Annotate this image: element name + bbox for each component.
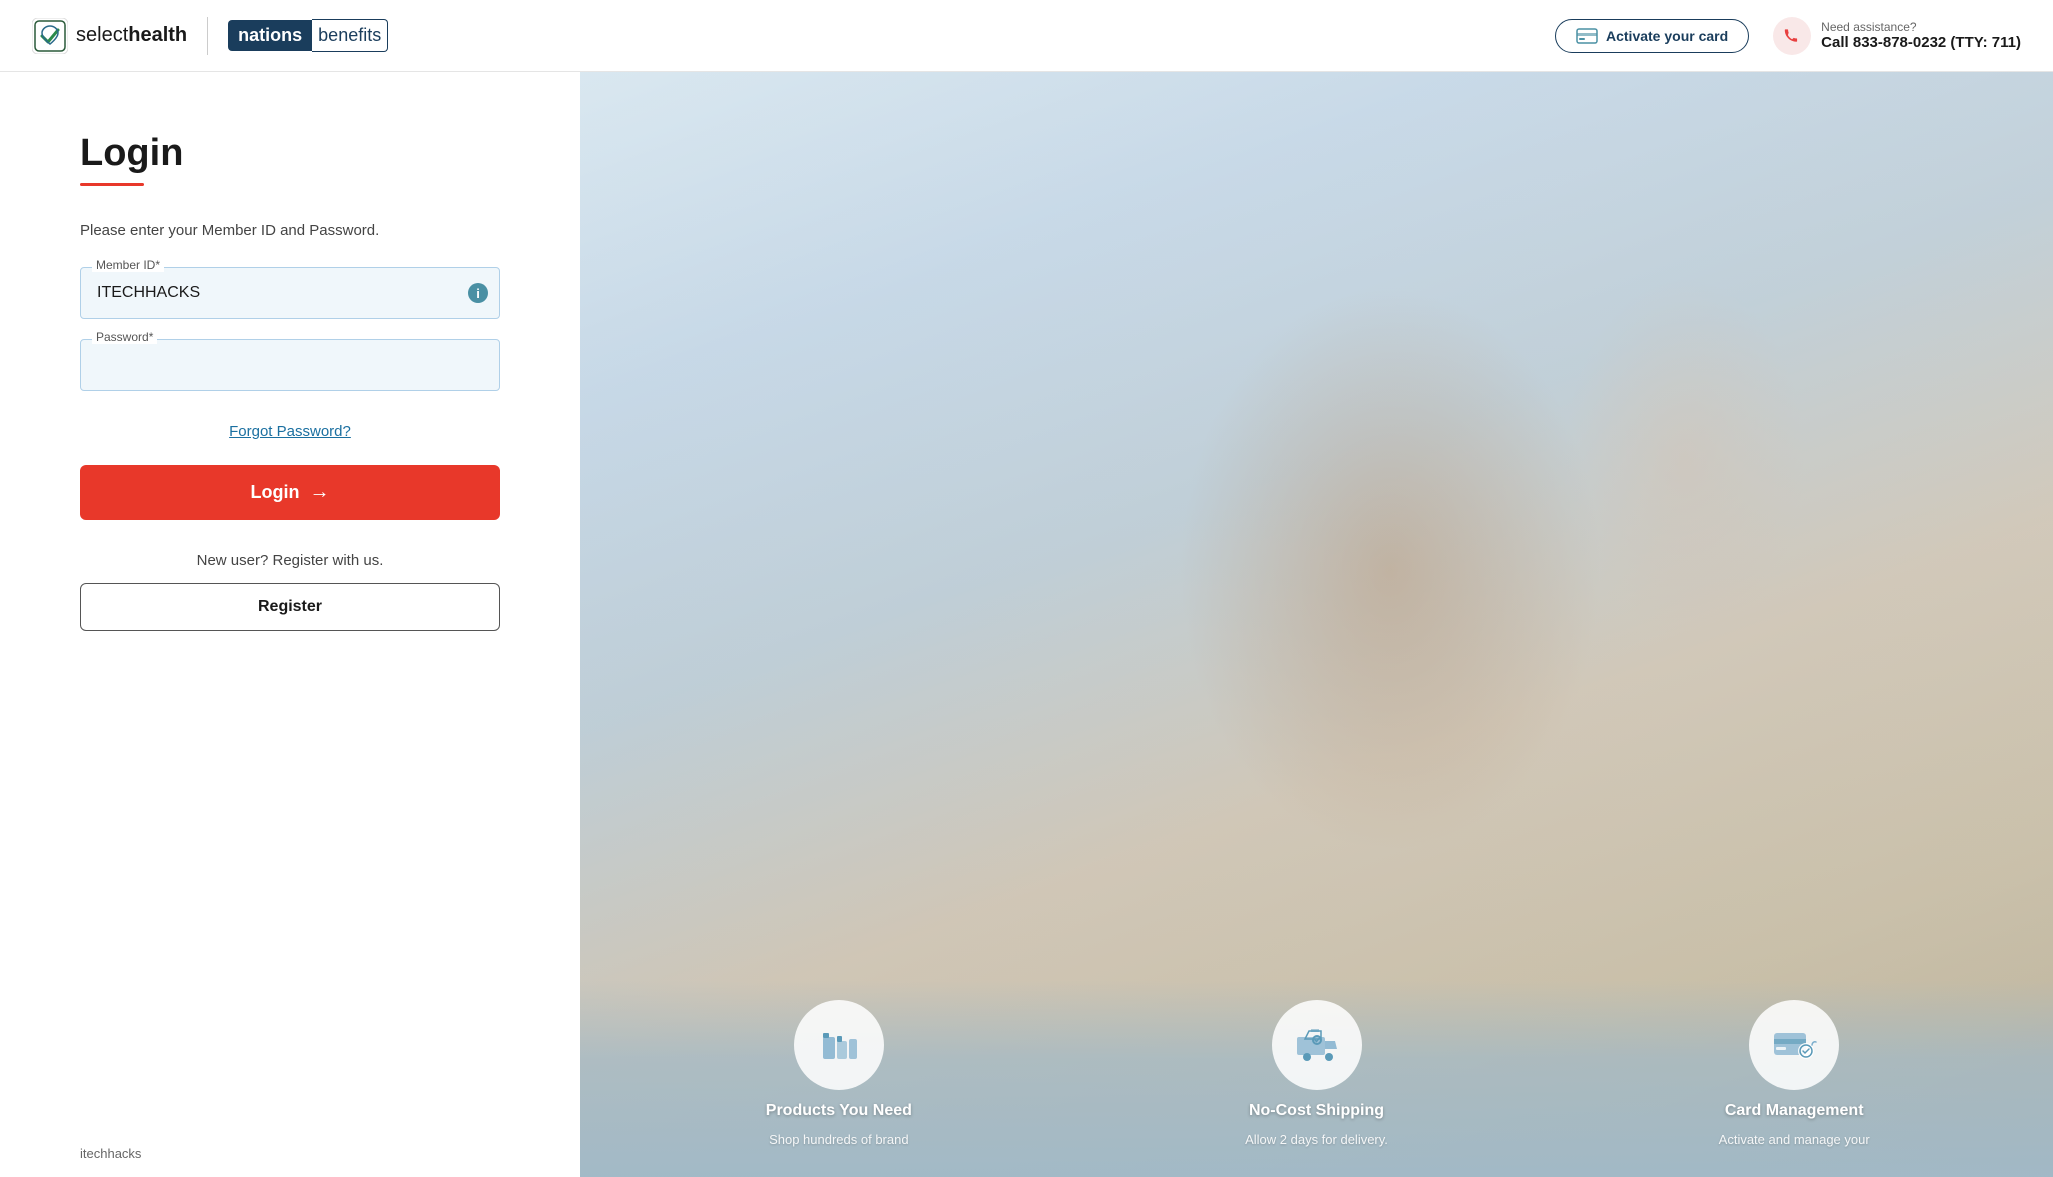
products-icon-circle	[794, 1000, 884, 1090]
forgot-password-container: Forgot Password?	[80, 423, 500, 441]
feature-card-card-management: Card Management Activate and manage your	[1575, 1000, 2013, 1147]
products-icon	[815, 1021, 863, 1069]
assistance-label: Need assistance?	[1821, 20, 2021, 34]
register-section: New user? Register with us. Register	[80, 552, 500, 631]
info-icon[interactable]: i	[468, 283, 488, 303]
footer-text: itechhacks	[80, 1146, 141, 1161]
feature-card-shipping: No-Cost Shipping Allow 2 days for delive…	[1098, 1000, 1536, 1147]
header-logos: selecthealth nations benefits	[32, 17, 388, 55]
login-subtitle: Please enter your Member ID and Password…	[80, 222, 500, 239]
feature-cards: Products You Need Shop hundreds of brand	[580, 980, 2053, 1177]
assistance-info: Need assistance? Call 833-878-0232 (TTY:…	[1821, 20, 2021, 51]
activate-card-button[interactable]: Activate your card	[1555, 19, 1749, 53]
assistance-number: Call 833-878-0232 (TTY: 711)	[1821, 34, 2021, 51]
login-panel: Login Please enter your Member ID and Pa…	[0, 72, 580, 1177]
phone-icon	[1783, 27, 1801, 45]
logo-divider	[207, 17, 208, 55]
selecthealth-icon	[32, 18, 68, 54]
nations-benefits-logo: nations benefits	[228, 19, 388, 52]
login-button[interactable]: Login →	[80, 465, 500, 520]
register-button[interactable]: Register	[80, 583, 500, 631]
card-mgmt-desc: Activate and manage your	[1719, 1132, 1870, 1147]
login-arrow-icon: →	[309, 481, 329, 504]
password-group: Password*	[80, 339, 500, 391]
shipping-icon-circle	[1272, 1000, 1362, 1090]
password-input[interactable]	[80, 339, 500, 391]
login-title: Login	[80, 132, 500, 175]
main-layout: Login Please enter your Member ID and Pa…	[0, 72, 2053, 1177]
card-mgmt-title: Card Management	[1725, 1102, 1864, 1120]
card-management-icon	[1768, 1019, 1820, 1071]
shipping-icon	[1291, 1019, 1343, 1071]
phone-icon-circle	[1773, 17, 1811, 55]
member-id-label: Member ID*	[92, 258, 164, 272]
selecthealth-logo: selecthealth	[32, 18, 187, 54]
shipping-title: No-Cost Shipping	[1249, 1102, 1384, 1120]
assistance-section: Need assistance? Call 833-878-0232 (TTY:…	[1773, 17, 2021, 55]
selecthealth-text: selecthealth	[76, 24, 187, 47]
member-id-group: Member ID* i	[80, 267, 500, 319]
products-title: Products You Need	[766, 1102, 912, 1120]
password-label: Password*	[92, 330, 157, 344]
products-desc: Shop hundreds of brand	[769, 1132, 909, 1147]
header-actions: Activate your card Need assistance? Call…	[1555, 17, 2021, 55]
feature-card-products: Products You Need Shop hundreds of brand	[620, 1000, 1058, 1147]
forgot-password-link[interactable]: Forgot Password?	[229, 423, 351, 440]
member-id-input[interactable]	[80, 267, 500, 319]
title-underline	[80, 183, 144, 186]
shipping-desc: Allow 2 days for delivery.	[1245, 1132, 1388, 1147]
card-mgmt-icon-circle	[1749, 1000, 1839, 1090]
new-user-label: New user? Register with us.	[197, 552, 384, 569]
hero-panel: Products You Need Shop hundreds of brand	[580, 72, 2053, 1177]
page-header: selecthealth nations benefits Activate y…	[0, 0, 2053, 72]
credit-card-icon	[1576, 28, 1598, 44]
